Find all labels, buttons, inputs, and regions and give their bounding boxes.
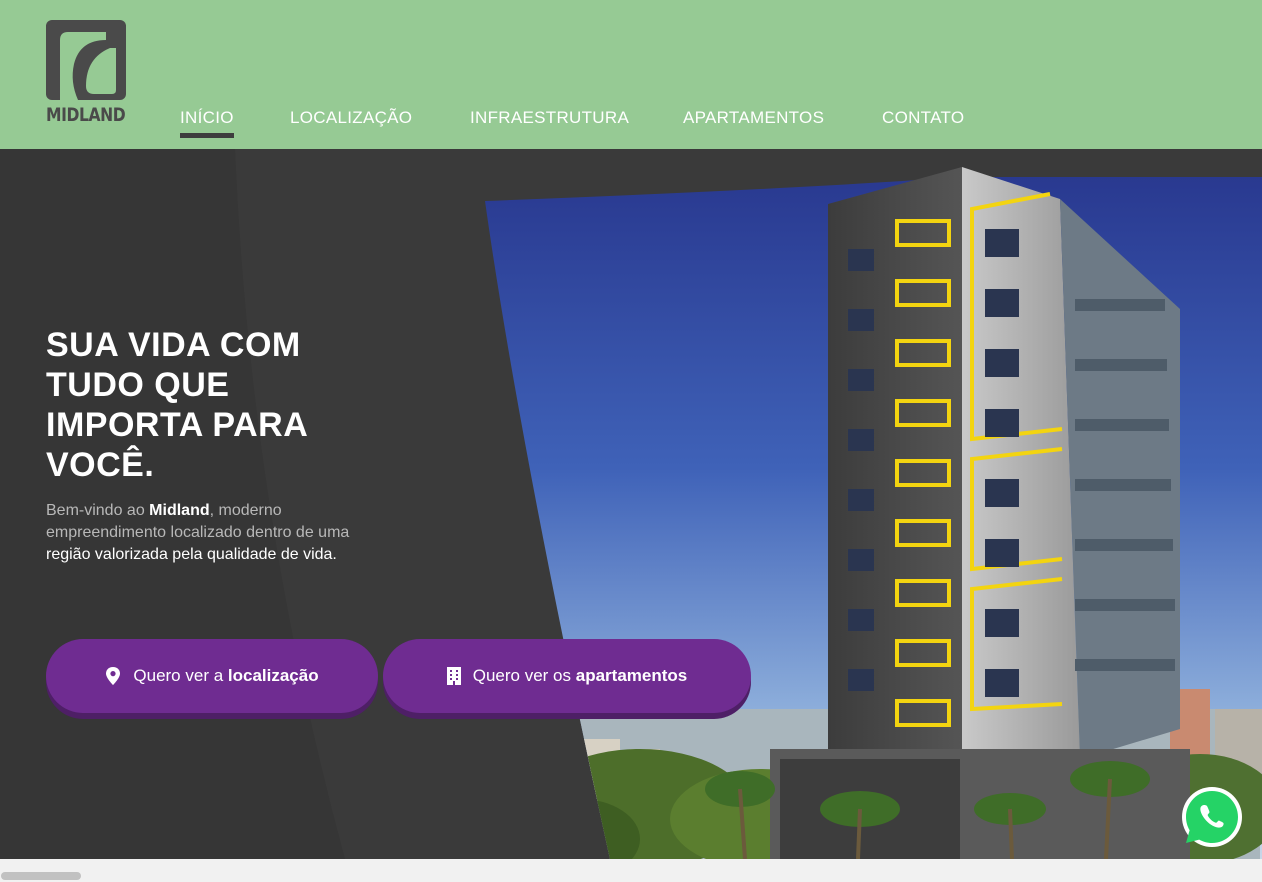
button-bold: apartamentos — [575, 666, 688, 685]
hero-title-line: SUA VIDA COM — [46, 326, 301, 364]
nav-item-infraestrutura[interactable]: INFRAESTRUTURA — [470, 108, 629, 128]
site-header: MIDLAND INÍCIO LOCALIZAÇÃO INFRAESTRUTUR… — [0, 0, 1262, 149]
nav-item-contato[interactable]: CONTATO — [882, 108, 964, 128]
nav-item-apartamentos[interactable]: APARTAMENTOS — [683, 108, 824, 128]
intro-brand: Midland — [149, 502, 210, 519]
horizontal-scrollbar[interactable] — [0, 859, 1262, 882]
hero-title-line: IMPORTA PARA — [46, 406, 309, 444]
building-icon — [446, 667, 461, 685]
intro-text: Bem-vindo ao — [46, 502, 150, 519]
nav-item-localizacao[interactable]: LOCALIZAÇÃO — [290, 108, 412, 128]
midland-logo-icon — [46, 20, 126, 100]
logo-text: MIDLAND — [46, 104, 126, 126]
nav-item-inicio[interactable]: INÍCIO — [180, 108, 234, 138]
button-bold: localização — [227, 666, 319, 685]
map-pin-icon — [106, 667, 121, 685]
view-apartments-button[interactable]: Quero ver os apartamentos — [383, 639, 751, 713]
hero-intro: Bem-vindo ao Midland, moderno empreendim… — [46, 500, 366, 566]
view-apartments-label: Quero ver os apartamentos — [473, 666, 687, 686]
hero-title-line: VOCÊ. — [46, 446, 155, 484]
scrollbar-thumb[interactable] — [1, 872, 81, 880]
button-prefix: Quero ver os — [472, 666, 576, 685]
view-location-button[interactable]: Quero ver a localização — [46, 639, 378, 713]
hero-section: SUA VIDA COM TUDO QUE IMPORTA PARA VOCÊ.… — [0, 149, 1262, 859]
hero-title: SUA VIDA COM TUDO QUE IMPORTA PARA VOCÊ. — [46, 325, 376, 485]
brand-logo[interactable]: MIDLAND — [46, 20, 126, 126]
hero-title-line: TUDO QUE — [46, 366, 230, 404]
whatsapp-icon — [1182, 787, 1242, 847]
view-location-label: Quero ver a localização — [133, 666, 318, 686]
intro-highlight: região valorizada pela qualidade de vida… — [46, 546, 337, 563]
button-prefix: Quero ver a — [133, 666, 228, 685]
whatsapp-button[interactable] — [1181, 786, 1243, 848]
